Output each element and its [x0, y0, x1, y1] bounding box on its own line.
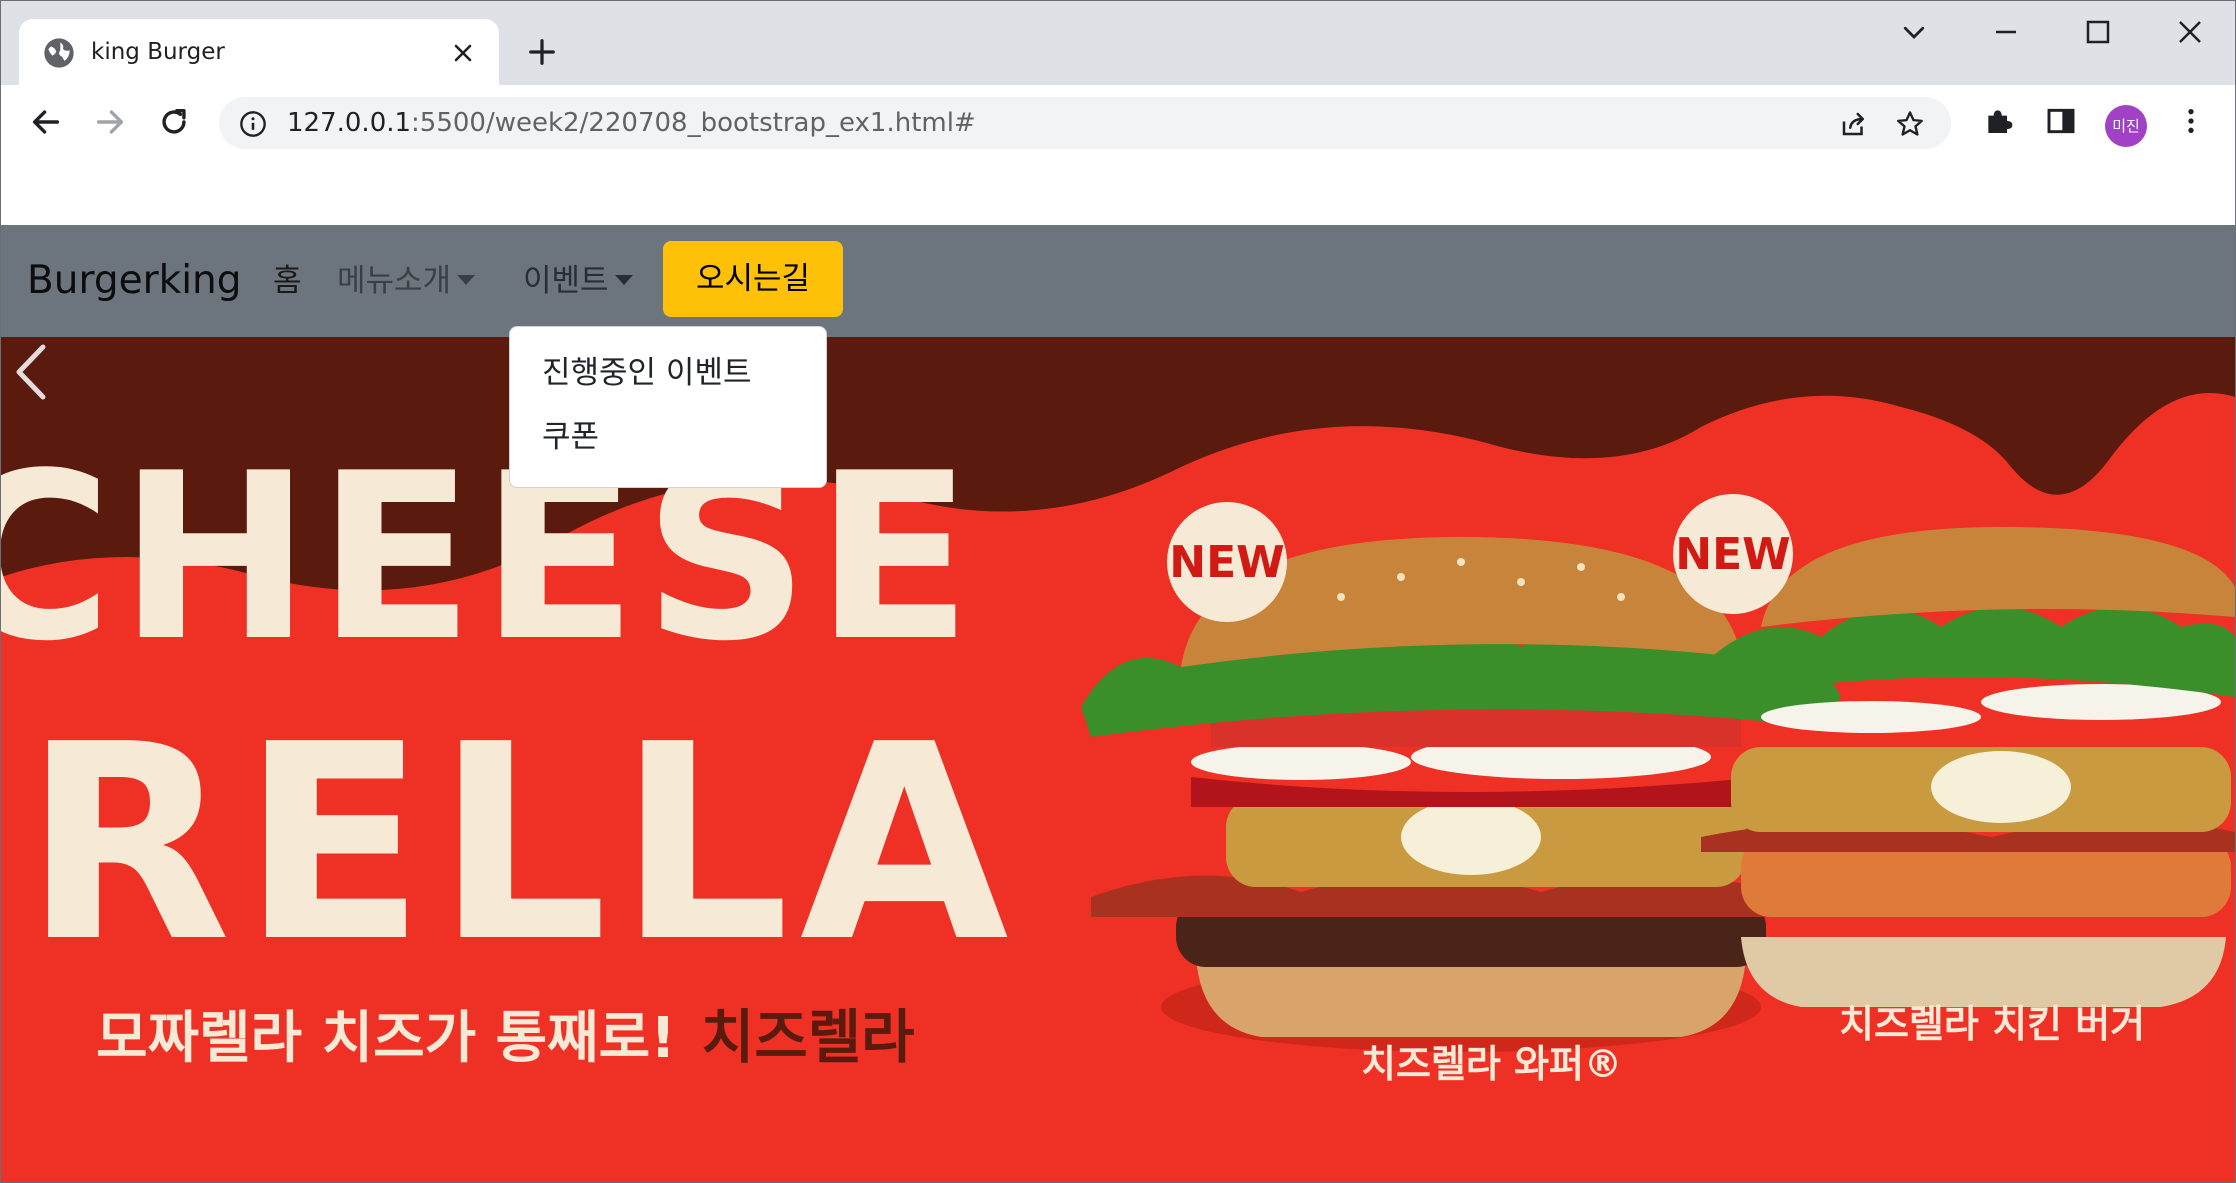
url-text[interactable]: 127.0.0.1:5500/week2/220708_bootstrap_ex…	[287, 108, 976, 138]
url-path: :5500/week2/220708_bootstrap_ex1.html#	[411, 108, 976, 138]
new-badge-1: NEW	[1167, 502, 1287, 622]
close-tab-icon[interactable]	[451, 41, 475, 65]
browser-window: king Burger 127.0.0.1:5500/week2/220708_…	[0, 0, 2236, 1183]
browser-toolbar: 127.0.0.1:5500/week2/220708_bootstrap_ex…	[1, 85, 2235, 157]
product-name-2: 치즈렐라 치킨 버거	[1839, 1002, 2145, 1046]
more-menu-icon[interactable]	[2175, 105, 2207, 137]
banner-headline-2: RELLA	[23, 686, 1018, 1001]
bookmark-star-icon[interactable]	[1895, 109, 1925, 139]
banner-headline-1: CHEESE	[1, 425, 978, 692]
forward-icon[interactable]	[93, 105, 127, 139]
new-tab-icon[interactable]	[527, 37, 557, 67]
new-badge-2: NEW	[1673, 494, 1793, 614]
url-host: 127.0.0.1	[287, 108, 412, 138]
new-badge-2-text: NEW	[1675, 529, 1790, 580]
nav-menu-label: 메뉴소개	[337, 263, 452, 299]
product-name-1: 치즈렐라 와퍼®	[1361, 1042, 1622, 1086]
side-panel-icon[interactable]	[2045, 105, 2077, 137]
maximize-icon[interactable]	[2083, 17, 2113, 47]
caret-down-icon	[614, 274, 633, 285]
banner-carousel: CHEESE RELLA 모짜렐라 치즈가 통째로! 치즈렐라 NEW NEW …	[1, 337, 2235, 1182]
globe-icon	[44, 38, 74, 68]
profile-avatar[interactable]: 미진	[2105, 105, 2147, 147]
back-icon[interactable]	[29, 105, 63, 139]
page-top-space	[1, 157, 2235, 225]
banner-tagline: 모짜렐라 치즈가 통째로!	[96, 1006, 676, 1071]
tab-strip: king Burger	[1, 1, 2235, 85]
minimize-icon[interactable]	[1991, 17, 2021, 47]
banner-image: CHEESE RELLA 모짜렐라 치즈가 통째로! 치즈렐라 NEW NEW …	[1, 337, 2235, 1182]
nav-event-label: 이벤트	[523, 263, 609, 299]
tab-search-icon[interactable]	[1899, 17, 1929, 47]
nav-menu-dropdown[interactable]: 메뉴소개	[337, 259, 476, 303]
new-badge-1-text: NEW	[1169, 537, 1284, 588]
dropdown-item-coupon[interactable]: 쿠폰	[542, 415, 599, 459]
nav-home-link[interactable]: 홈	[273, 259, 302, 303]
dropdown-item-ongoing-events[interactable]: 진행중인 이벤트	[542, 351, 752, 395]
carousel-prev-icon[interactable]	[1, 337, 61, 407]
tab-title: king Burger	[91, 39, 225, 65]
address-bar[interactable]: 127.0.0.1:5500/week2/220708_bootstrap_ex…	[219, 97, 1951, 149]
browser-tab[interactable]: king Burger	[19, 19, 499, 85]
site-info-icon[interactable]	[239, 110, 267, 138]
reload-icon[interactable]	[157, 105, 191, 139]
banner-tagline-brand: 치즈렐라	[701, 1003, 914, 1071]
event-dropdown-menu: 진행중인 이벤트 쿠폰	[509, 326, 827, 488]
caret-down-icon	[457, 274, 476, 285]
share-icon[interactable]	[1839, 109, 1869, 139]
directions-button[interactable]: 오시는길	[663, 241, 843, 317]
extensions-puzzle-icon[interactable]	[1983, 105, 2015, 137]
navbar-brand[interactable]: Burgerking	[27, 257, 242, 305]
site-navbar: Burgerking 홈 메뉴소개 이벤트 오시는길	[1, 225, 2235, 337]
nav-event-dropdown[interactable]: 이벤트	[523, 259, 633, 303]
close-window-icon[interactable]	[2175, 17, 2205, 47]
